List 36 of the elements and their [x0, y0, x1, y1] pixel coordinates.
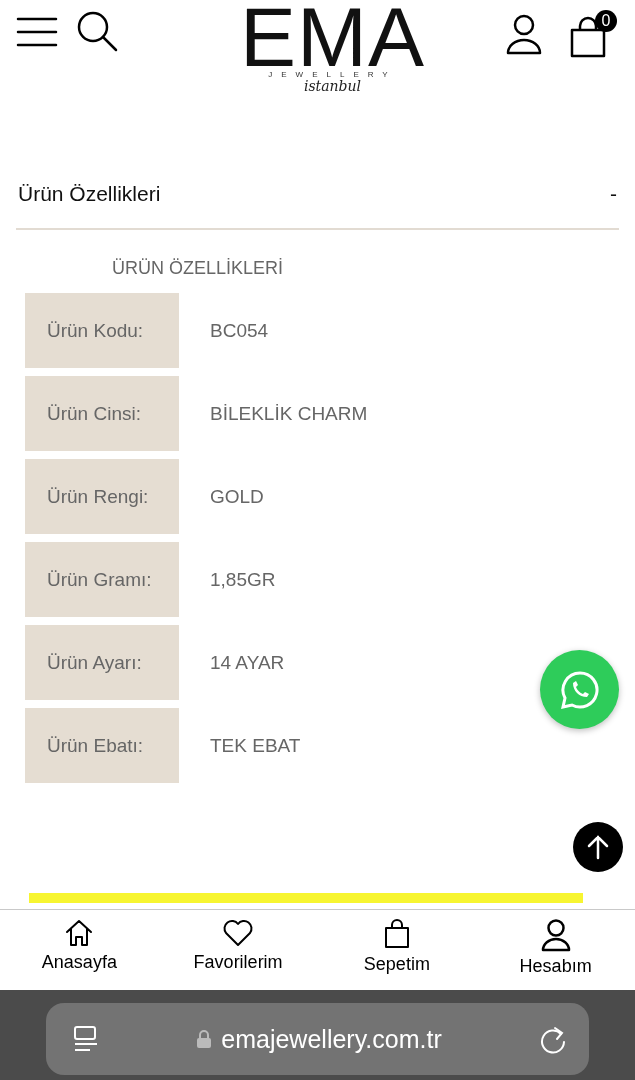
- spec-value: BİLEKLİK CHARM: [210, 402, 368, 425]
- reader-icon: [72, 1025, 100, 1053]
- bag-icon: [382, 918, 411, 950]
- spec-label: Ürün Ebatı:: [25, 708, 179, 783]
- user-icon: [539, 918, 572, 952]
- menu-button[interactable]: [16, 16, 58, 48]
- heart-icon: [222, 918, 255, 948]
- spec-label: Ürün Cinsi:: [25, 376, 179, 451]
- spec-value: 14 AYAR: [210, 651, 285, 674]
- scroll-top-button[interactable]: [573, 822, 623, 872]
- url-text: emajewellery.com.tr: [221, 1024, 442, 1054]
- lock-icon: [197, 1030, 212, 1048]
- spec-label: Ürün Ayarı:: [25, 625, 179, 700]
- spec-label: Ürün Rengi:: [25, 459, 179, 534]
- nav-item[interactable]: Hesabım: [480, 910, 631, 990]
- spec-value: BC054: [210, 319, 269, 342]
- spec-label: Ürün Gramı:: [25, 542, 179, 617]
- spec-value: TEK EBAT: [210, 734, 301, 757]
- nav-item[interactable]: Sepetim: [321, 910, 472, 990]
- accordion-header[interactable]: Ürün Özellikleri -: [16, 182, 619, 230]
- home-icon: [64, 918, 95, 948]
- logo-city: istanbul: [303, 78, 362, 94]
- specs-heading: ÜRÜN ÖZELLİKLERİ: [112, 258, 285, 279]
- nav-item[interactable]: Favorilerim: [163, 910, 314, 990]
- spec-value: 1,85GR: [210, 568, 276, 591]
- cart-count-badge: 0: [595, 10, 617, 32]
- logo-tagline: JEWELLERY: [268, 70, 397, 79]
- account-button[interactable]: [505, 13, 543, 55]
- cart-button[interactable]: 0: [569, 10, 617, 58]
- reload-icon[interactable]: [539, 1024, 567, 1054]
- address-bar[interactable]: emajewellery.com.tr: [46, 1003, 589, 1075]
- arrow-up-icon: [586, 834, 610, 860]
- search-button[interactable]: [76, 10, 120, 54]
- spec-value: GOLD: [210, 485, 264, 508]
- nav-item[interactable]: Anasayfa: [4, 910, 155, 990]
- spec-label: Ürün Kodu:: [25, 293, 179, 368]
